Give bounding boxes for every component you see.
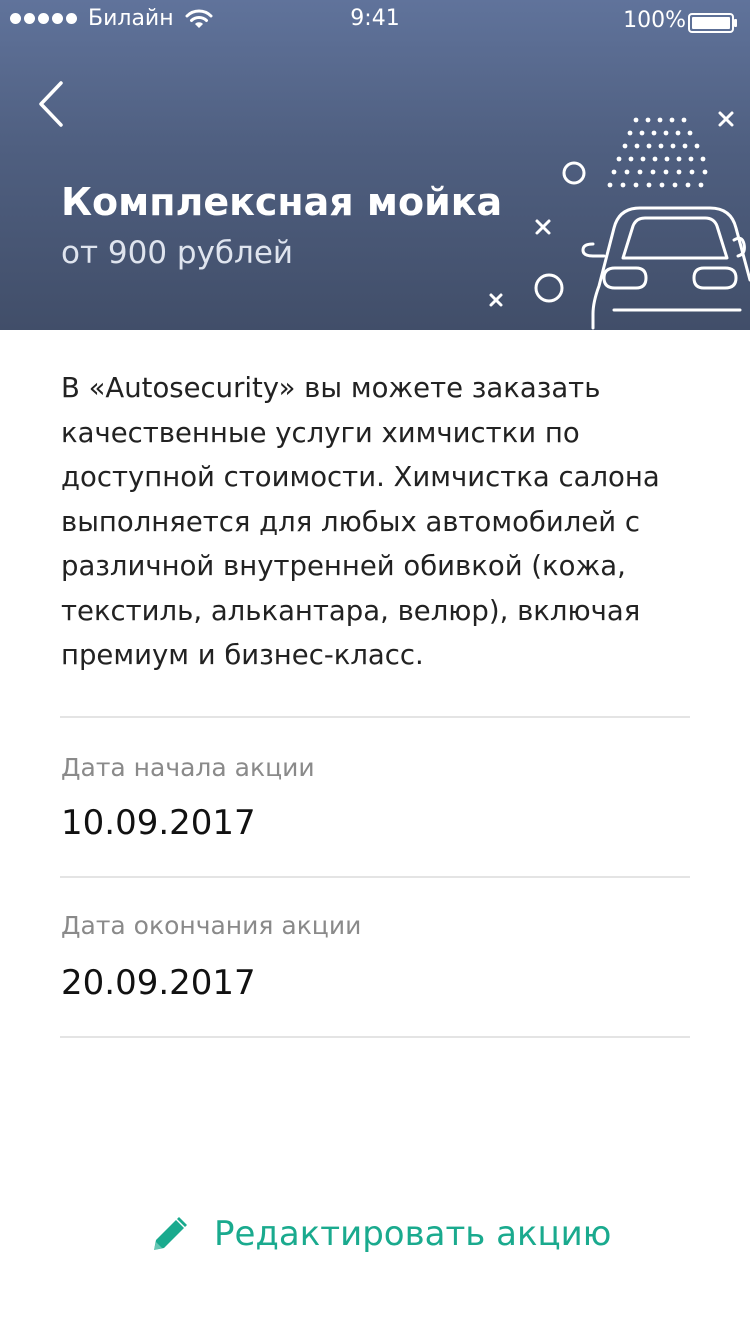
back-button[interactable] (26, 76, 76, 132)
status-bar: Билайн 9:41 100% (0, 0, 750, 40)
divider (60, 1036, 690, 1038)
start-date-label: Дата начала акции (61, 753, 315, 782)
chevron-left-icon (39, 81, 63, 127)
pencil-icon (154, 1217, 187, 1250)
edit-promo-button[interactable]: Редактировать акцию (150, 1204, 611, 1264)
page-subtitle: от 900 рублей (61, 235, 294, 271)
battery-percent: 100% (623, 8, 686, 33)
promo-description: В «Autosecurity» вы можете заказать каче… (61, 372, 660, 671)
edit-promo-label: Редактировать акцию (214, 1214, 612, 1254)
end-date-label: Дата окончания акции (61, 911, 362, 940)
car-wash-icon (489, 111, 750, 330)
end-date-value: 20.09.2017 (61, 963, 256, 1003)
page-title: Комплексная мойка (61, 180, 503, 224)
battery-icon (688, 13, 737, 33)
header: Билайн 9:41 100% Комплексная мойка от 90… (0, 0, 750, 330)
divider (60, 876, 690, 878)
divider (60, 716, 690, 718)
start-date-value: 10.09.2017 (61, 803, 256, 843)
